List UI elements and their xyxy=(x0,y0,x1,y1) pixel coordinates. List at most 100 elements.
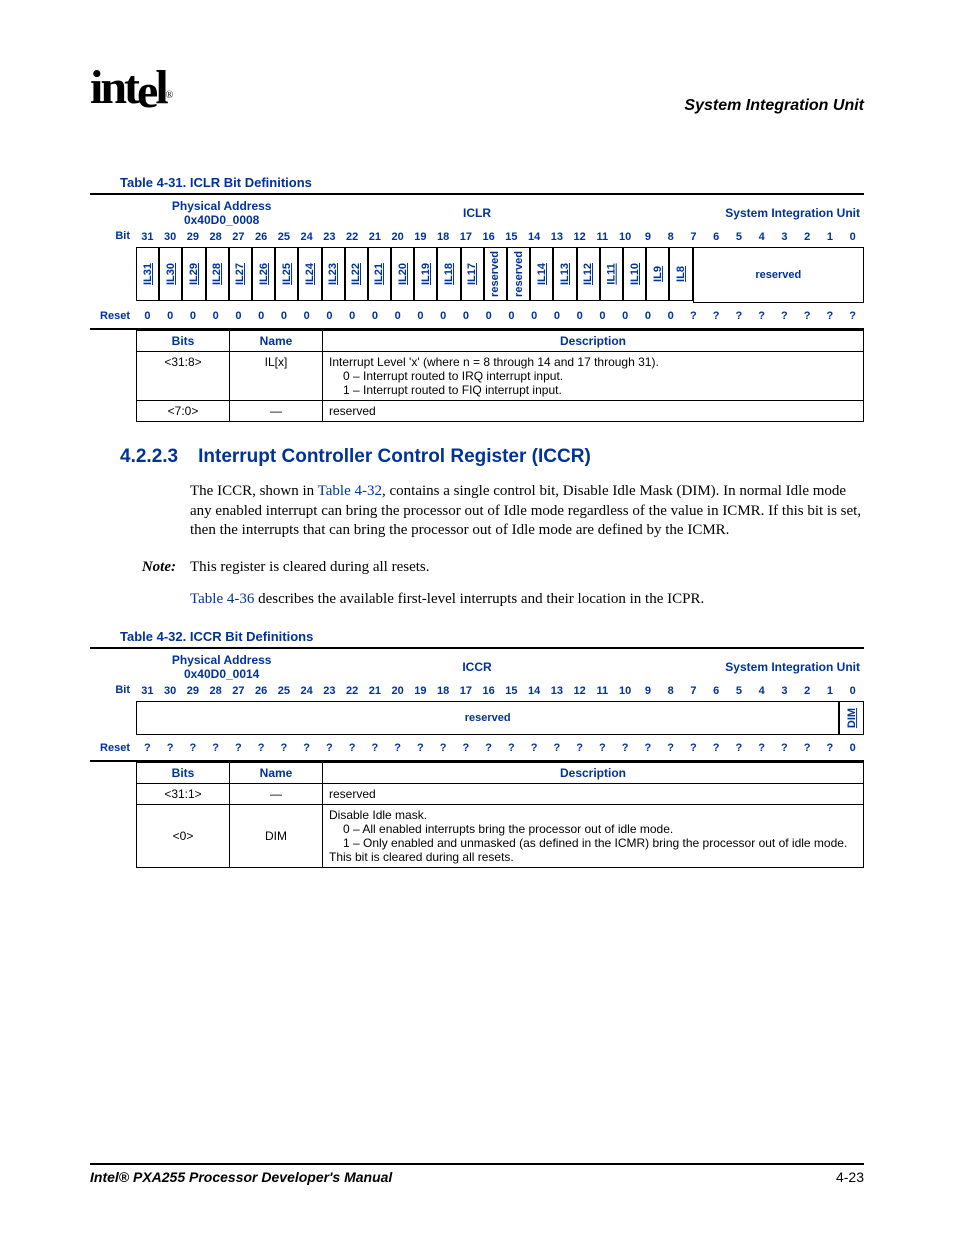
bit-number: 20 xyxy=(386,227,409,245)
reset-value: 0 xyxy=(295,307,318,325)
reset-value: ? xyxy=(705,307,728,325)
bit-number: 21 xyxy=(364,681,387,699)
reset-value: 0 xyxy=(841,739,864,757)
reset-value: ? xyxy=(728,307,751,325)
note-label: Note: xyxy=(130,559,176,576)
section-para2: Table 4-36 describes the available first… xyxy=(190,590,864,610)
reset-value: 0 xyxy=(159,307,182,325)
reset-value: ? xyxy=(796,739,819,757)
link-table-4-36[interactable]: Table 4-36 xyxy=(190,591,254,607)
reset-value: 0 xyxy=(546,307,569,325)
reset-value: ? xyxy=(728,739,751,757)
reset-value: ? xyxy=(227,739,250,757)
reset-value: 0 xyxy=(386,307,409,325)
t32-bit-label: Bit xyxy=(90,684,136,696)
bit-number: 5 xyxy=(728,227,751,245)
bit-number: 0 xyxy=(841,681,864,699)
t31-unitname: System Integration Unit xyxy=(725,206,860,220)
bit-number: 29 xyxy=(182,681,205,699)
bit-number: 22 xyxy=(341,227,364,245)
bit-number: 26 xyxy=(250,681,273,699)
bit-number: 2 xyxy=(796,681,819,699)
bit-field: IL30 xyxy=(159,247,182,301)
bit-field: IL29 xyxy=(182,247,205,301)
reset-value: 0 xyxy=(318,307,341,325)
reset-value: ? xyxy=(614,739,637,757)
reset-value: 0 xyxy=(477,307,500,325)
t32-reserved: reserved xyxy=(136,701,839,735)
reset-value: ? xyxy=(386,739,409,757)
bit-number: 8 xyxy=(659,227,682,245)
reset-value: ? xyxy=(364,739,387,757)
bit-field: IL19 xyxy=(414,247,437,301)
bit-field: reserved xyxy=(507,247,530,301)
bit-field: IL27 xyxy=(229,247,252,301)
bit-field: IL13 xyxy=(553,247,576,301)
reset-value: 0 xyxy=(250,307,273,325)
section-title: Interrupt Controller Control Register (I… xyxy=(198,446,591,468)
bit-number: 19 xyxy=(409,227,432,245)
bit-number: 23 xyxy=(318,681,341,699)
bit-field: IL20 xyxy=(391,247,414,301)
reset-value: ? xyxy=(819,739,842,757)
bit-number: 18 xyxy=(432,681,455,699)
bit-number: 16 xyxy=(477,227,500,245)
bit-field: IL22 xyxy=(345,247,368,301)
reset-value: ? xyxy=(295,739,318,757)
bit-number: 17 xyxy=(455,227,478,245)
bit-number: 17 xyxy=(455,681,478,699)
reset-value: ? xyxy=(637,739,660,757)
bit-number: 4 xyxy=(750,681,773,699)
link-table-4-32[interactable]: Table 4-32 xyxy=(318,483,382,499)
bit-number: 7 xyxy=(682,227,705,245)
bit-number: 22 xyxy=(341,681,364,699)
reset-value: 0 xyxy=(455,307,478,325)
intel-logo: intel® xyxy=(90,60,170,115)
reset-value: 0 xyxy=(614,307,637,325)
reset-value: 0 xyxy=(227,307,250,325)
bit-field: IL8 xyxy=(669,247,692,301)
bit-number: 2 xyxy=(796,227,819,245)
bit-field: IL11 xyxy=(600,247,623,301)
footer-page-num: 4-23 xyxy=(836,1169,864,1185)
t32-dim-field: DIM xyxy=(839,701,864,735)
reset-value: ? xyxy=(341,739,364,757)
bit-number: 27 xyxy=(227,227,250,245)
bit-number: 14 xyxy=(523,681,546,699)
bit-number: 10 xyxy=(614,681,637,699)
reset-value: ? xyxy=(523,739,546,757)
bit-number: 19 xyxy=(409,681,432,699)
note-text: This register is cleared during all rese… xyxy=(190,559,430,576)
reset-value: ? xyxy=(182,739,205,757)
reset-value: ? xyxy=(819,307,842,325)
bit-field: IL17 xyxy=(461,247,484,301)
bit-number: 25 xyxy=(273,681,296,699)
reset-value: 0 xyxy=(591,307,614,325)
reset-value: 0 xyxy=(364,307,387,325)
bit-number: 4 xyxy=(750,227,773,245)
bit-number: 11 xyxy=(591,227,614,245)
bit-field: IL25 xyxy=(275,247,298,301)
reset-value: ? xyxy=(432,739,455,757)
reset-value: 0 xyxy=(432,307,455,325)
bit-number: 8 xyxy=(659,681,682,699)
section-para1: The ICCR, shown in Table 4-32, contains … xyxy=(190,482,864,541)
bit-number: 15 xyxy=(500,227,523,245)
bit-number: 21 xyxy=(364,227,387,245)
bit-number: 16 xyxy=(477,681,500,699)
iclr-register-block: Physical Address 0x40D0_0008 ICLR System… xyxy=(90,193,864,422)
bit-number: 6 xyxy=(705,227,728,245)
table31-caption: Table 4-31. ICLR Bit Definitions xyxy=(120,175,864,190)
t32-regname: ICCR xyxy=(462,660,491,674)
bit-number: 27 xyxy=(227,681,250,699)
bit-field: IL28 xyxy=(206,247,229,301)
reset-value: ? xyxy=(477,739,500,757)
bit-number: 7 xyxy=(682,681,705,699)
reset-value: 0 xyxy=(637,307,660,325)
bit-number: 20 xyxy=(386,681,409,699)
reset-value: 0 xyxy=(523,307,546,325)
reset-value: ? xyxy=(273,739,296,757)
reset-value: ? xyxy=(750,307,773,325)
reset-value: ? xyxy=(682,307,705,325)
bit-number: 9 xyxy=(637,681,660,699)
